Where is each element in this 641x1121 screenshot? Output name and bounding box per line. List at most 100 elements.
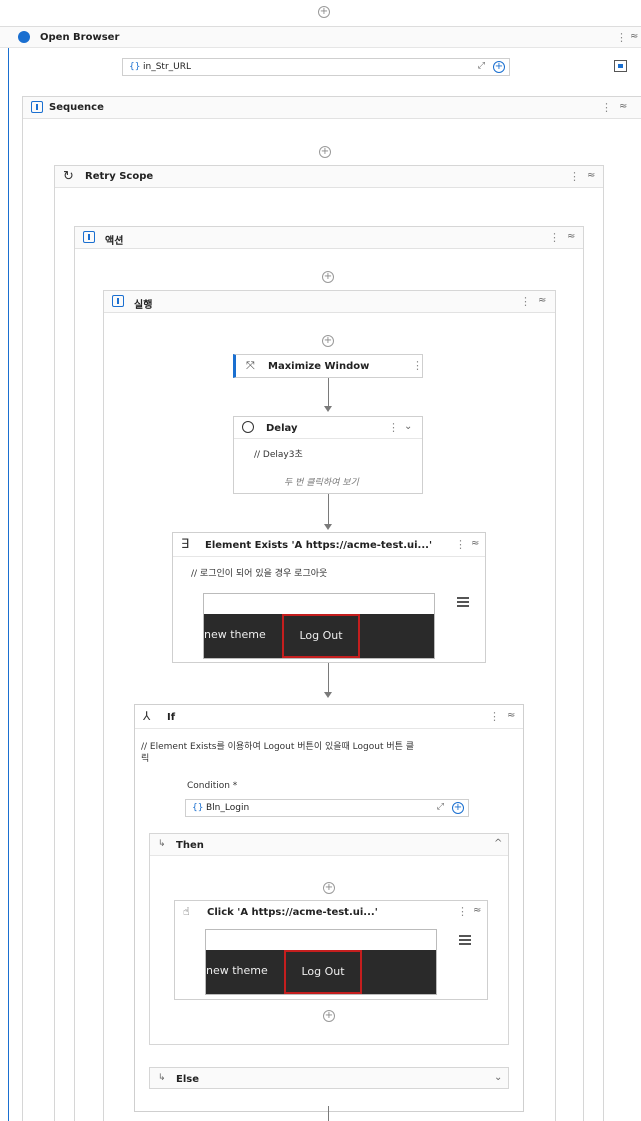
arrow-right-icon: ↳ — [158, 839, 166, 849]
else-title: Else — [176, 1074, 199, 1085]
menu-icon[interactable] — [457, 597, 469, 607]
more-options-icon[interactable]: ⋮ — [455, 538, 466, 551]
screenshot-bar: new theme Log Out — [204, 614, 434, 658]
screenshot-logout-button: Log Out — [282, 614, 360, 658]
retry-icon: ↻ — [63, 169, 74, 184]
maximize-icon: ⤧ — [246, 359, 255, 372]
browser-preview-icon[interactable] — [614, 60, 627, 72]
click-screenshot[interactable]: new theme Log Out — [205, 929, 437, 995]
flow-arrow — [328, 378, 329, 408]
expand-icon[interactable]: ⤢ — [478, 61, 485, 71]
element-exists-title: Element Exists 'A https://acme-test.ui..… — [205, 540, 433, 551]
guide-line — [8, 48, 9, 1121]
screenshot-new-theme: new theme — [206, 964, 268, 977]
add-field-icon[interactable]: + — [452, 802, 464, 814]
collapse-icon[interactable]: ≈ — [507, 710, 515, 721]
add-field-icon[interactable]: + — [493, 61, 505, 73]
maximize-title: Maximize Window — [268, 361, 370, 372]
add-activity-icon[interactable]: + — [318, 6, 330, 18]
sequence-header[interactable]: Sequence ⋮ ≈ — [23, 97, 641, 119]
flow-arrow — [328, 663, 329, 693]
add-activity-icon[interactable]: + — [323, 1010, 335, 1022]
arrow-right-icon: ↳ — [158, 1073, 166, 1083]
collapse-icon[interactable]: ≈ — [587, 170, 595, 181]
expand-chevron-icon[interactable]: ⌄ — [404, 421, 412, 432]
menu-icon[interactable] — [459, 935, 471, 945]
if-activity[interactable]: ⅄ If ⋮ ≈ // Element Exists를 이용하여 Logout … — [134, 704, 524, 1112]
open-browser-title: Open Browser — [40, 32, 120, 43]
collapse-icon[interactable]: ≈ — [619, 101, 627, 112]
element-exists-activity[interactable]: ∃ Element Exists 'A https://acme-test.ui… — [172, 532, 486, 663]
variable-icon: {} — [129, 62, 141, 72]
collapse-icon[interactable]: ≈ — [567, 231, 575, 242]
retry-scope-header[interactable]: ↻ Retry Scope ⋮ ≈ — [55, 166, 603, 188]
screenshot-logout-button: Log Out — [284, 950, 362, 994]
more-options-icon[interactable]: ⋮ — [412, 359, 423, 372]
element-exists-header[interactable]: ∃ Element Exists 'A https://acme-test.ui… — [173, 533, 485, 557]
open-browser-header[interactable]: Open Browser ⋮ ≈ — [0, 26, 641, 48]
if-comment-line1: // Element Exists를 이용하여 Logout 버튼이 있을때 L… — [141, 742, 415, 752]
add-activity-icon[interactable]: + — [323, 882, 335, 894]
maximize-window-activity[interactable]: ⤧ Maximize Window ⋮ — [233, 354, 423, 378]
click-title: Click 'A https://acme-test.ui...' — [207, 907, 378, 918]
execute-title: 실행 — [134, 300, 153, 311]
delay-comment: // Delay3초 — [254, 450, 303, 460]
delay-activity[interactable]: Delay ⋮ ⌄ // Delay3초 두 번 클릭하여 보기 — [233, 416, 423, 494]
flow-arrowhead — [324, 524, 332, 530]
if-header[interactable]: ⅄ If ⋮ ≈ — [135, 705, 523, 729]
more-options-icon[interactable]: ⋮ — [549, 231, 560, 244]
then-title: Then — [176, 840, 204, 851]
condition-value: Bln_Login — [206, 803, 250, 813]
screenshot-new-theme: new theme — [204, 628, 266, 641]
else-container[interactable]: ↳ Else ⌄ — [149, 1067, 509, 1089]
branch-icon: ⅄ — [143, 709, 151, 723]
url-field[interactable]: {} in_Str_URL ⤢ + — [122, 58, 510, 76]
condition-label: Condition * — [187, 781, 238, 791]
click-activity[interactable]: ☝ Click 'A https://acme-test.ui...' ⋮ ≈ … — [174, 900, 488, 1000]
retry-scope-title: Retry Scope — [85, 171, 154, 182]
exists-icon: ∃ — [181, 537, 190, 552]
chevron-up-icon[interactable]: ^ — [494, 838, 502, 849]
condition-field[interactable]: {} Bln_Login ⤢ + — [185, 799, 469, 817]
collapse-icon[interactable]: ≈ — [538, 295, 546, 306]
flow-arrowhead — [324, 692, 332, 698]
delay-header[interactable]: Delay ⋮ ⌄ — [234, 417, 422, 439]
then-header[interactable]: ↳ Then ^ — [150, 834, 508, 856]
more-options-icon[interactable]: ⋮ — [569, 170, 580, 183]
collapse-icon[interactable]: ≈ — [473, 905, 481, 916]
expand-icon[interactable]: ⤢ — [437, 802, 444, 812]
sequence-icon — [112, 295, 124, 307]
flow-arrowhead — [324, 406, 332, 412]
more-options-icon[interactable]: ⋮ — [388, 421, 399, 434]
more-options-icon[interactable]: ⋮ — [457, 905, 468, 918]
collapse-icon[interactable]: ≈ — [471, 538, 479, 549]
more-options-icon[interactable]: ⋮ — [616, 31, 627, 44]
flow-arrow — [328, 494, 329, 526]
element-exists-comment: // 로그인이 되어 있을 경우 로그아웃 — [191, 569, 328, 579]
sequence-icon — [31, 101, 43, 113]
globe-icon — [18, 31, 30, 43]
element-screenshot[interactable]: new theme Log Out — [203, 593, 435, 659]
chevron-down-icon[interactable]: ⌄ — [494, 1072, 502, 1083]
more-options-icon[interactable]: ⋮ — [489, 710, 500, 723]
if-comment-line2: 릭 — [141, 754, 150, 764]
variable-icon: {} — [192, 803, 204, 813]
add-activity-icon[interactable]: + — [322, 271, 334, 283]
click-icon: ☝ — [183, 905, 190, 918]
add-activity-icon[interactable]: + — [319, 146, 331, 158]
click-header[interactable]: ☝ Click 'A https://acme-test.ui...' ⋮ ≈ — [175, 901, 487, 923]
action-header[interactable]: 액션 ⋮ ≈ — [75, 227, 583, 249]
more-options-icon[interactable]: ⋮ — [601, 101, 612, 114]
sequence-title: Sequence — [49, 102, 104, 113]
collapse-icon[interactable]: ≈ — [630, 31, 638, 42]
then-container[interactable]: ↳ Then ^ + ☝ Click 'A https://acme-test.… — [149, 833, 509, 1045]
screenshot-bar: new theme Log Out — [206, 950, 436, 994]
delay-hint: 두 번 클릭하여 보기 — [284, 478, 359, 488]
sequence-icon — [83, 231, 95, 243]
if-title: If — [167, 712, 176, 723]
add-activity-icon[interactable]: + — [322, 335, 334, 347]
more-options-icon[interactable]: ⋮ — [520, 295, 531, 308]
execute-header[interactable]: 실행 ⋮ ≈ — [104, 291, 555, 313]
clock-icon — [242, 421, 254, 433]
url-field-value: in_Str_URL — [143, 62, 192, 72]
